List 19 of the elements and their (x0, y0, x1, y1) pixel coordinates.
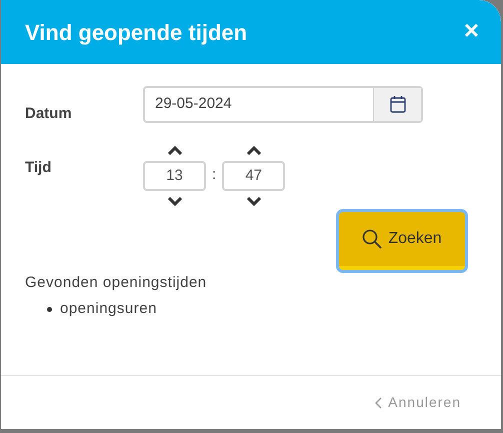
dialog-title: Vind geopende tijden (25, 18, 248, 47)
search-icon (362, 228, 382, 248)
chevron-left-icon (375, 396, 382, 408)
time-input[interactable]: 47 (222, 160, 286, 190)
time-input[interactable]: 13 (143, 160, 206, 190)
chevron-up-icon[interactable] (246, 146, 261, 154)
date-label: Datum (25, 104, 73, 124)
time-separator: : (212, 165, 216, 186)
results-heading: Gevonden openingstijden (25, 272, 208, 292)
result-item: openingsuren (60, 299, 157, 319)
chevron-up-icon[interactable] (168, 146, 182, 154)
date-field[interactable]: 29-05-2024 (143, 86, 423, 123)
bullet-icon (47, 306, 52, 312)
time-label: Tijd (25, 158, 52, 178)
calendar-button[interactable] (373, 88, 421, 121)
chevron-down-icon[interactable] (168, 196, 182, 206)
date-value: 29-05-2024 (154, 94, 233, 114)
calendar-icon (390, 95, 406, 114)
chevron-down-icon[interactable] (246, 196, 261, 206)
